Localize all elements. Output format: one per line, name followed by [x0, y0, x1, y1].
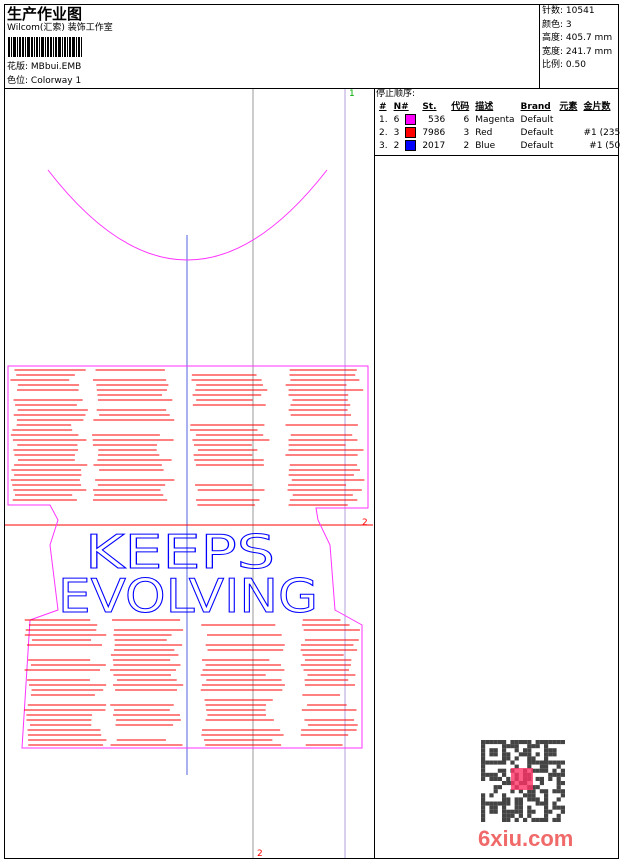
seal-stamp: [511, 768, 533, 790]
production-worksheet: 生产作业图 Wilcom(汇索) 装饰工作室 花版: MBbui.EMB 色位:…: [0, 0, 620, 860]
marker-2-right: 2: [362, 518, 368, 528]
text-evolving: EVOLVING: [58, 569, 318, 623]
design-preview: KEEPS EVOLVING 1 2 2: [5, 89, 373, 859]
marker-1: 1: [349, 89, 355, 99]
marker-2-bottom: 2: [257, 849, 263, 859]
qr-code: [481, 740, 565, 822]
watermark: 6xiu.com: [478, 826, 574, 851]
